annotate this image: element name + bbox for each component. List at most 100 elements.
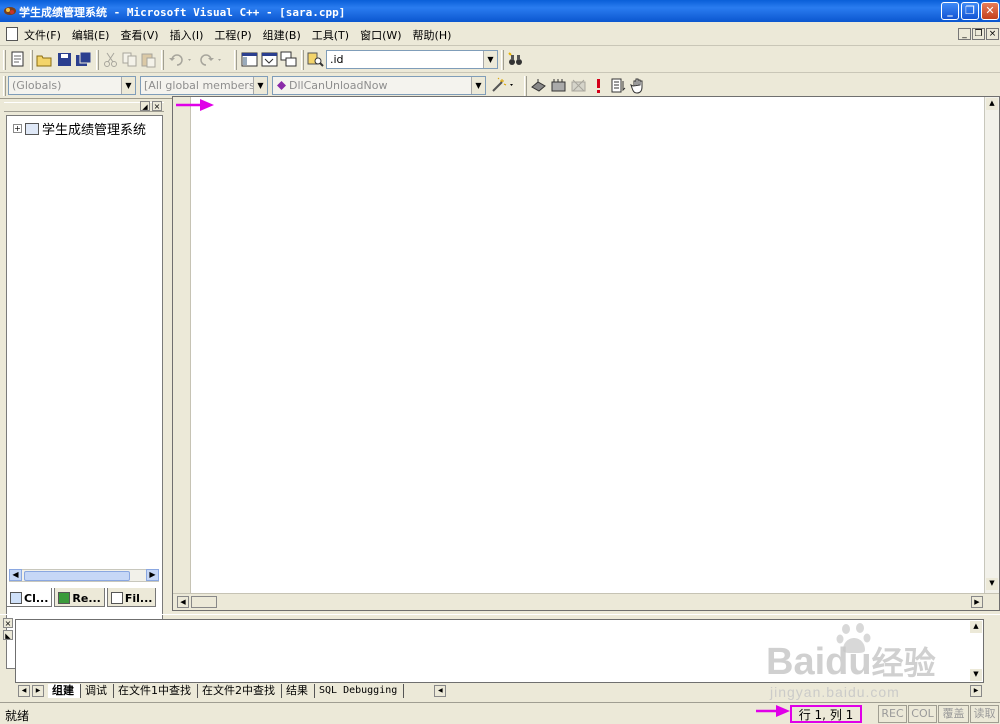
toolbar-separator <box>524 76 527 96</box>
output-close-icon[interactable]: × <box>3 618 13 628</box>
scroll-up-icon[interactable]: ▲ <box>986 98 998 110</box>
scroll-left-icon[interactable]: ◀ <box>177 596 189 608</box>
menu-edit[interactable]: 编辑(E) <box>72 27 110 43</box>
find-combo[interactable]: .id ▼ <box>326 50 498 69</box>
minimize-button[interactable]: _ <box>941 2 959 20</box>
find-combo-value: .id <box>330 53 344 66</box>
scroll-left-icon[interactable]: ◀ <box>9 569 22 581</box>
stop-build-icon[interactable] <box>570 77 587 94</box>
code-editor[interactable]: ▲ ▼ ◀ ▶ <box>172 96 1000 611</box>
paste-icon[interactable] <box>140 51 157 68</box>
build-icon[interactable] <box>550 77 567 94</box>
toolbar-separator <box>30 50 33 70</box>
toolbar-separator <box>96 50 99 70</box>
close-button[interactable]: ✕ <box>981 2 999 20</box>
menu-build[interactable]: 组建(B) <box>263 27 301 43</box>
members-combo[interactable]: DllCanUnloadNow ▼ <box>272 76 486 95</box>
scroll-thumb[interactable] <box>191 596 217 608</box>
output-maximize-icon[interactable]: ◣ <box>3 630 13 640</box>
output-window-icon[interactable] <box>261 51 278 68</box>
find-binoculars-icon[interactable] <box>507 51 524 68</box>
scroll-right-icon[interactable]: ▶ <box>971 596 983 608</box>
tab-sql-debugging[interactable]: SQL Debugging <box>315 684 405 698</box>
watermark-brand: Baidu <box>766 641 872 683</box>
scroll-right-icon[interactable]: ▶ <box>970 685 982 697</box>
scroll-up-icon[interactable]: ▲ <box>970 621 982 633</box>
watermark-url: jingyan.baidu.com <box>770 684 900 700</box>
window-title: 学生成绩管理系统 - Microsoft Visual C++ - [sara.… <box>19 6 346 19</box>
save-icon[interactable] <box>56 51 73 68</box>
annotation-arrow-icon <box>176 99 214 111</box>
workspace-panel: ◢ × + 学生成绩管理系统 <box>0 100 168 669</box>
tab-scroll-right-icon[interactable]: ▶ <box>32 685 44 697</box>
menu-file[interactable]: 文件(F) <box>24 27 61 43</box>
workspace-hscrollbar[interactable]: ◀ ▶ <box>9 569 159 582</box>
tab-find-in-files-2[interactable]: 在文件2中查找 <box>198 684 282 698</box>
expand-icon[interactable]: + <box>13 124 22 133</box>
standard-toolbar: .id ▼ <box>0 47 1000 73</box>
copy-icon[interactable] <box>121 51 138 68</box>
menu-bar: 文件(F) 编辑(E) 查看(V) 插入(I) 工程(P) 组建(B) 工具(T… <box>0 22 1000 46</box>
editor-hscrollbar[interactable]: ◀ ▶ <box>173 593 999 610</box>
workspace-maximize-icon[interactable]: ◢ <box>140 101 150 111</box>
tree-item-project[interactable]: + 学生成绩管理系统 <box>13 119 146 138</box>
toolbar-grip[interactable] <box>3 50 6 70</box>
scroll-down-icon[interactable]: ▼ <box>986 578 998 590</box>
class-view-icon <box>10 592 22 604</box>
menu-help[interactable]: 帮助(H) <box>413 27 452 43</box>
status-rec: REC <box>878 705 907 723</box>
editor-vscrollbar[interactable]: ▲ ▼ <box>984 97 999 593</box>
tab-debug[interactable]: 调试 <box>81 684 114 698</box>
save-all-icon[interactable] <box>75 51 92 68</box>
go-icon[interactable] <box>610 77 627 94</box>
workspace-close-icon[interactable]: × <box>152 101 162 111</box>
execute-icon[interactable] <box>590 77 607 94</box>
editor-gutter[interactable] <box>173 97 191 593</box>
filter-combo[interactable]: [All global members ▼ <box>140 76 268 95</box>
open-folder-icon[interactable] <box>36 51 53 68</box>
chevron-down-icon[interactable]: ▼ <box>483 51 497 68</box>
undo-icon[interactable] <box>168 51 194 68</box>
tab-file-view[interactable]: Fil... <box>106 588 157 607</box>
status-text: 就绪 <box>5 709 30 723</box>
mdi-close-button[interactable]: × <box>986 28 999 40</box>
class-combo[interactable]: (Globals) ▼ <box>8 76 136 95</box>
restore-button[interactable]: ❐ <box>961 2 979 20</box>
breakpoint-hand-icon[interactable] <box>630 77 647 94</box>
scroll-down-icon[interactable]: ▼ <box>970 669 982 681</box>
cut-icon[interactable] <box>102 51 119 68</box>
tab-build[interactable]: 组建 <box>48 684 81 698</box>
menu-window[interactable]: 窗口(W) <box>360 27 401 43</box>
mdi-restore-button[interactable]: ❐ <box>972 28 985 40</box>
menu-view[interactable]: 查看(V) <box>120 27 158 43</box>
class-view-tree[interactable]: + 学生成绩管理系统 <box>6 115 163 669</box>
menu-project[interactable]: 工程(P) <box>214 27 251 43</box>
redo-icon[interactable] <box>198 51 224 68</box>
menu-tools[interactable]: 工具(T) <box>312 27 349 43</box>
toolbar-separator <box>501 50 504 70</box>
mdi-minimize-button[interactable]: _ <box>958 28 971 40</box>
menu-insert[interactable]: 插入(I) <box>170 27 204 43</box>
compile-icon[interactable] <box>530 77 547 94</box>
find-in-files-icon[interactable] <box>307 51 324 68</box>
tab-resource-view[interactable]: Re... <box>54 588 105 607</box>
tab-find-in-files-1[interactable]: 在文件1中查找 <box>114 684 198 698</box>
toolbar-separator <box>161 50 164 70</box>
menu-items: 文件(F) 编辑(E) 查看(V) 插入(I) 工程(P) 组建(B) 工具(T… <box>24 27 451 43</box>
scroll-right-icon[interactable]: ▶ <box>146 569 159 581</box>
document-icon[interactable] <box>6 27 18 41</box>
toolbar-grip[interactable] <box>3 76 6 96</box>
wizard-action-icon[interactable] <box>490 77 518 94</box>
tab-label: Cl... <box>24 591 49 605</box>
chevron-down-icon[interactable]: ▼ <box>471 77 485 94</box>
workspace-window-icon[interactable] <box>241 51 258 68</box>
new-file-icon[interactable] <box>9 51 26 68</box>
scroll-left-icon[interactable]: ◀ <box>434 685 447 697</box>
scroll-thumb[interactable] <box>24 571 130 581</box>
tab-results[interactable]: 结果 <box>282 684 315 698</box>
tab-class-view[interactable]: Cl... <box>6 588 53 607</box>
window-list-icon[interactable] <box>280 51 297 68</box>
chevron-down-icon[interactable]: ▼ <box>253 77 267 94</box>
tab-scroll-left-icon[interactable]: ◀ <box>18 685 30 697</box>
chevron-down-icon[interactable]: ▼ <box>121 77 135 94</box>
